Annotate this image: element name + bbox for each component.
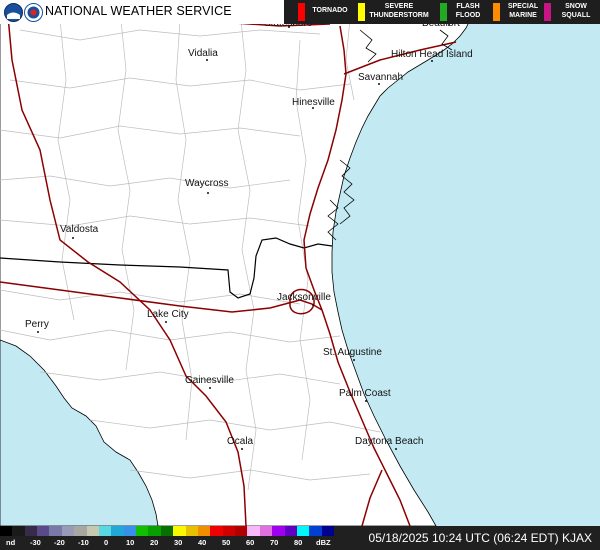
noaa-logo-icon [4, 3, 23, 22]
city-perry[interactable]: Perry [25, 319, 49, 333]
city-savannah[interactable]: Savannah [358, 72, 404, 85]
scale-color-cell [98, 526, 112, 536]
radar-view: Statesboro Beaufort Vidalia Hilton Head … [0, 0, 600, 550]
footer: nd -30 -20 -10 0 10 20 30 40 50 60 70 80 dBZ 05/18/20… [0, 526, 600, 550]
legend-swatch [298, 3, 305, 21]
scale-tick-label: 40 [198, 538, 207, 547]
scale-color-cell [197, 526, 211, 536]
city-label: Ocala [227, 436, 254, 447]
city-label: Lake City [147, 309, 189, 320]
legend-label: SPECIAL MARINE [507, 3, 539, 19]
scale-color-cell [24, 526, 38, 536]
city-label: Gainesville [185, 375, 234, 386]
city-label: Valdosta [60, 224, 99, 235]
city-hinesville[interactable]: Hinesville [292, 97, 335, 109]
legend-label: SNOW SQUALL [561, 3, 591, 19]
scale-color-cell [160, 526, 174, 536]
reflectivity-scale: nd -30 -20 -10 0 10 20 30 40 50 60 70 80 dBZ [0, 526, 335, 550]
scale-color-cell [37, 526, 50, 536]
header: NATIONAL WEATHER SERVICE TORNADO SEVERE … [0, 0, 600, 24]
city-daytona-beach[interactable]: Daytona Beach [355, 436, 424, 450]
city-hilton-head-island[interactable]: Hilton Head Island [391, 49, 473, 62]
scale-color-cell [321, 526, 335, 536]
scale-color-cell [0, 526, 13, 536]
city-palm-coast[interactable]: Palm Coast [339, 388, 391, 402]
city-gainesville[interactable]: Gainesville [185, 375, 234, 389]
scale-tick-label: nd [6, 538, 16, 547]
city-label: Jacksonville [277, 292, 331, 303]
scale-color-cell [12, 526, 26, 536]
radar-map[interactable] [0, 0, 600, 550]
agency-bar: NATIONAL WEATHER SERVICE [0, 0, 284, 24]
scale-color-cell [61, 526, 75, 536]
scale-color-cell [235, 526, 248, 536]
city-valdosta[interactable]: Valdosta [60, 224, 99, 239]
legend-swatch [493, 3, 500, 21]
city-st-augustine[interactable]: St. Augustine [323, 347, 382, 361]
scale-color-cell [123, 526, 137, 536]
scale-color-cell [210, 526, 224, 536]
city-label: Daytona Beach [355, 436, 424, 447]
legend-swatch [544, 3, 551, 21]
scale-tick-label: -10 [78, 538, 89, 547]
city-vidalia[interactable]: Vidalia [188, 48, 218, 61]
scale-color-cell [185, 526, 199, 536]
legend-swatch [440, 3, 447, 21]
scale-tick-label: 0 [104, 538, 109, 547]
scale-color-cell [247, 526, 261, 536]
city-ocala[interactable]: Ocala [227, 436, 254, 450]
city-label: Savannah [358, 72, 404, 83]
scale-color-cell [296, 526, 310, 536]
scale-tick-label: 10 [126, 538, 135, 547]
city-jacksonville[interactable]: Jacksonville [277, 292, 331, 306]
city-label: St. Augustine [323, 347, 382, 358]
legend-swatch [358, 3, 365, 21]
scale-color-cell [111, 526, 125, 536]
scale-tick-label: 70 [270, 538, 279, 547]
city-waycross[interactable]: Waycross [185, 178, 229, 194]
scale-color-cell [173, 526, 187, 536]
scale-color-cell [86, 526, 100, 536]
nws-logo-icon [24, 3, 43, 22]
scale-tick-label: 80 [294, 538, 303, 547]
scale-color-cell [49, 526, 63, 536]
scale-tick-label: 60 [246, 538, 255, 547]
scale-color-cell [284, 526, 298, 536]
legend-label: FLASH FLOOD [455, 3, 481, 19]
city-label: Palm Coast [339, 388, 391, 399]
scale-tick-label: 50 [222, 538, 231, 547]
city-lake-city[interactable]: Lake City [147, 309, 189, 323]
scale-tick-label: -30 [30, 538, 41, 547]
city-label: Perry [25, 319, 49, 330]
scale-color-cell [148, 526, 162, 536]
legend-label: TORNADO [312, 7, 348, 14]
city-label: Hilton Head Island [391, 49, 473, 60]
city-label: Vidalia [188, 48, 218, 59]
legend-label: SEVERE THUNDERSTORM [369, 3, 429, 19]
scale-tick-label: -20 [54, 538, 65, 547]
scale-color-cell [222, 526, 236, 536]
scale-color-cell [309, 526, 323, 536]
agency-title: NATIONAL WEATHER SERVICE [45, 4, 232, 18]
city-label: Waycross [185, 178, 229, 189]
scale-color-cell [74, 526, 88, 536]
scale-color-cell [272, 526, 285, 536]
scale-color-cell [259, 526, 273, 536]
scale-tick-label: 30 [174, 538, 183, 547]
scale-color-cell [136, 526, 149, 536]
timestamp: 05/18/2025 10:24 UTC (06:24 EDT) KJAX [368, 531, 592, 545]
warning-legend: TORNADO SEVERE THUNDERSTORM FLASH FLOOD … [284, 0, 600, 24]
scale-tick-label: 20 [150, 538, 159, 547]
scale-tick-label: dBZ [316, 538, 331, 547]
